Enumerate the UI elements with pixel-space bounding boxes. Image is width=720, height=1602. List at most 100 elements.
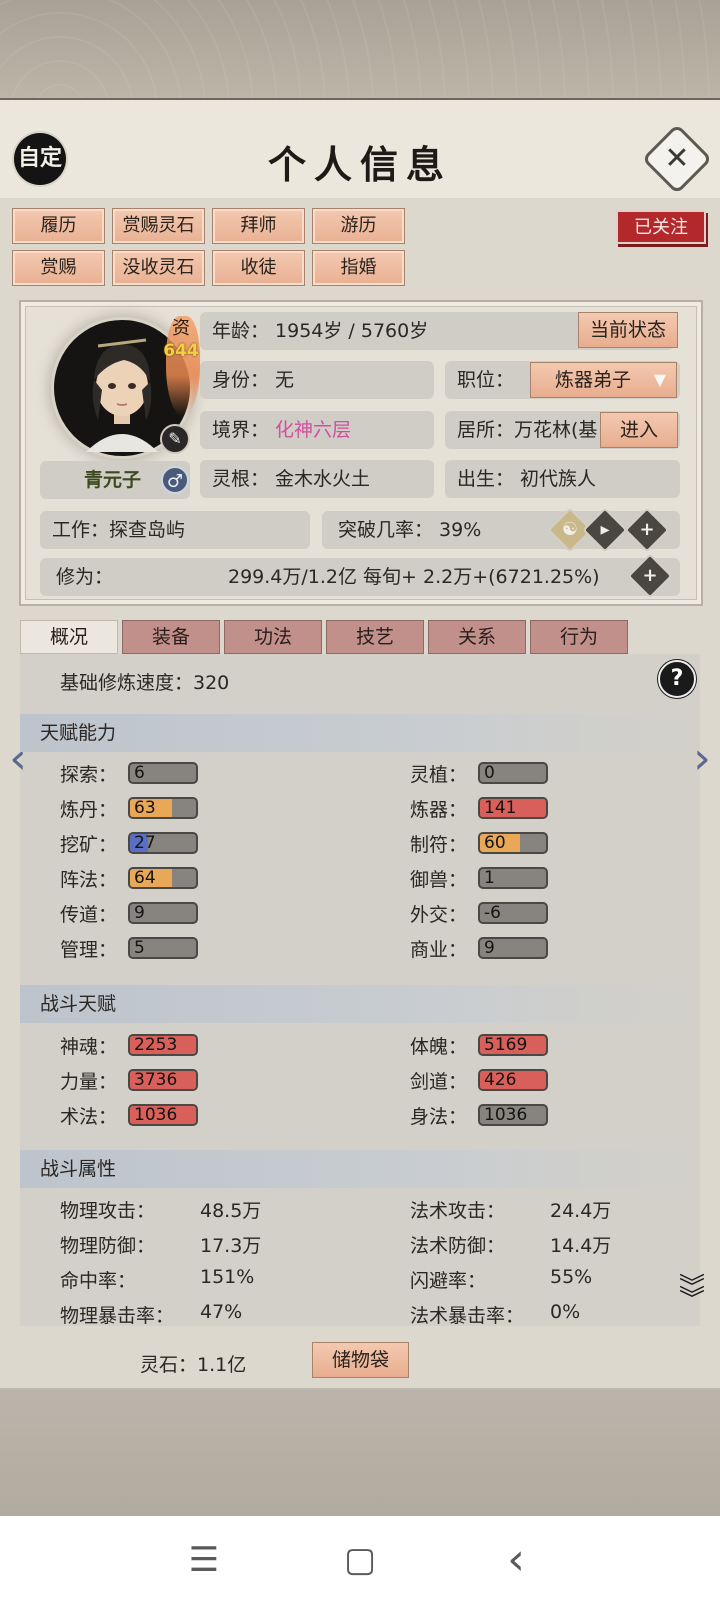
- talent-section-title: 天赋能力: [20, 714, 700, 752]
- followed-badge[interactable]: 已关注: [616, 210, 706, 244]
- qualification-label: 资: [172, 318, 190, 339]
- home-icon[interactable]: ▢: [330, 1538, 390, 1582]
- help-icon[interactable]: ?: [658, 660, 696, 698]
- attr-right-1-value: 14.4万: [550, 1235, 612, 1257]
- male-icon: ♂: [161, 466, 189, 494]
- attr-right-0-value: 24.4万: [550, 1200, 612, 1222]
- talent-left-3-label: 阵法：: [60, 869, 118, 891]
- enter-button[interactable]: 进入: [600, 412, 678, 448]
- tab-skills[interactable]: 技艺: [326, 620, 424, 654]
- back-icon[interactable]: ‹: [486, 1538, 546, 1582]
- talent-left-4-label: 传道：: [60, 904, 118, 926]
- combat-left-1-value: 3736: [134, 1070, 178, 1090]
- attr-right-2-value: 55%: [550, 1266, 593, 1288]
- tab-behavior[interactable]: 行为: [530, 620, 628, 654]
- talent-right-5-label: 商业：: [410, 939, 468, 961]
- tab-relations[interactable]: 关系: [428, 620, 526, 654]
- talent-left-0-bar: 6: [128, 762, 198, 784]
- talent-right-1-bar: 141: [478, 797, 548, 819]
- base-speed: 基础修炼速度：320: [60, 672, 230, 694]
- talent-left-5-bar: 5: [128, 937, 198, 959]
- resume-button[interactable]: 履历: [12, 208, 105, 244]
- talent-left-0-label: 探索：: [60, 764, 118, 786]
- talent-right-0-bar: 0: [478, 762, 548, 784]
- identity-field: 身份： 无: [200, 361, 434, 399]
- edit-icon[interactable]: ✎: [160, 424, 190, 454]
- attr-left-1-label: 物理防御：: [60, 1235, 156, 1257]
- travel-button[interactable]: 游历: [312, 208, 405, 244]
- reward-stones-button[interactable]: 赏赐灵石: [112, 208, 205, 244]
- combat-left-1-bar: 3736: [128, 1069, 198, 1091]
- talent-right-3-bar: 1: [478, 867, 548, 889]
- combat-right-0-bar: 5169: [478, 1034, 548, 1056]
- combat-talent-section-title: 战斗天赋: [20, 985, 700, 1023]
- realm-field: 境界： 化神六层: [200, 411, 434, 449]
- arrange-marriage-button[interactable]: 指婚: [312, 250, 405, 286]
- attr-right-1-label: 法术防御：: [410, 1235, 506, 1257]
- scroll-down-icon[interactable]: ︾ ︾: [672, 1275, 712, 1330]
- talent-left-2-bar: 27: [128, 832, 198, 854]
- combat-left-2-label: 术法：: [60, 1106, 118, 1128]
- apprentice-to-button[interactable]: 拜师: [212, 208, 305, 244]
- attr-left-0-label: 物理攻击：: [60, 1200, 156, 1222]
- position-value: 炼器弟子: [555, 369, 632, 391]
- cultivation-value: 299.4万/1.2亿 每旬+ 2.2万+(6721.25%): [228, 566, 600, 588]
- position-select[interactable]: 炼器弟子 ▼: [530, 362, 677, 398]
- combat-left-0-label: 神魂：: [60, 1036, 118, 1058]
- talent-right-3-label: 御兽：: [410, 869, 468, 891]
- attr-right-3-label: 法术暴击率：: [410, 1305, 525, 1327]
- attr-right-2-label: 闪避率：: [410, 1270, 487, 1292]
- talent-right-0-label: 灵植：: [410, 764, 468, 786]
- work-field: 工作：探查岛屿: [40, 511, 310, 549]
- combat-right-1-label: 剑道：: [410, 1071, 468, 1093]
- combat-right-2-bar: 1036: [478, 1104, 548, 1126]
- combat-right-0-label: 体魄：: [410, 1036, 468, 1058]
- tab-techniques[interactable]: 功法: [224, 620, 322, 654]
- qualification-value: 644: [163, 341, 199, 361]
- spirit-stones: 灵石：1.1亿: [140, 1354, 247, 1376]
- talent-right-4-label: 外交：: [410, 904, 468, 926]
- combat-left-0-bar: 2253: [128, 1034, 198, 1056]
- talent-left-0-value: 6: [134, 763, 145, 783]
- talent-right-2-label: 制符：: [410, 834, 468, 856]
- talent-right-1-value: 141: [484, 798, 517, 818]
- combat-right-1-value: 426: [484, 1070, 517, 1090]
- combat-left-0-value: 2253: [134, 1035, 178, 1055]
- talent-right-4-value: -6: [484, 903, 501, 923]
- top-decoration: [0, 0, 720, 100]
- dropdown-caret-icon: ▼: [653, 370, 666, 389]
- attr-right-0-label: 法术攻击：: [410, 1200, 506, 1222]
- talent-left-3-bar: 64: [128, 867, 198, 889]
- combat-left-2-bar: 1036: [128, 1104, 198, 1126]
- take-disciple-button[interactable]: 收徒: [212, 250, 305, 286]
- combat-right-1-bar: 426: [478, 1069, 548, 1091]
- talent-right-4-bar: -6: [478, 902, 548, 924]
- talent-left-3-value: 64: [134, 868, 156, 888]
- talent-right-1-label: 炼器：: [410, 799, 468, 821]
- reward-button[interactable]: 赏赐: [12, 250, 105, 286]
- confiscate-stones-button[interactable]: 没收灵石: [112, 250, 205, 286]
- talent-right-3-value: 1: [484, 868, 495, 888]
- birth-field: 出生： 初代族人: [445, 460, 680, 498]
- qualification-badge: 资 644: [162, 318, 200, 362]
- attr-left-1-value: 17.3万: [200, 1235, 262, 1257]
- bottom-decoration: [0, 1390, 720, 1516]
- combat-right-2-value: 1036: [484, 1105, 528, 1125]
- talent-left-5-label: 管理：: [60, 939, 118, 961]
- attr-left-3-label: 物理暴击率：: [60, 1305, 175, 1327]
- current-state-button[interactable]: 当前状态: [578, 312, 678, 348]
- talent-left-4-value: 9: [134, 903, 145, 923]
- tab-overview[interactable]: 概况: [20, 620, 118, 654]
- storage-bag-button[interactable]: 储物袋: [312, 1342, 409, 1378]
- combat-right-0-value: 5169: [484, 1035, 528, 1055]
- combat-attr-section-title: 战斗属性: [20, 1150, 700, 1188]
- talent-left-1-label: 炼丹：: [60, 799, 118, 821]
- menu-icon[interactable]: ☰: [174, 1538, 234, 1582]
- tab-equipment[interactable]: 装备: [122, 620, 220, 654]
- attr-left-0-value: 48.5万: [200, 1200, 262, 1222]
- close-icon: ✕: [664, 141, 690, 176]
- cultivation-field: 修为： 299.4万/1.2亿 每旬+ 2.2万+(6721.25%): [40, 558, 680, 596]
- talent-left-4-bar: 9: [128, 902, 198, 924]
- combat-left-2-value: 1036: [134, 1105, 178, 1125]
- position-label: 职位：: [457, 369, 515, 391]
